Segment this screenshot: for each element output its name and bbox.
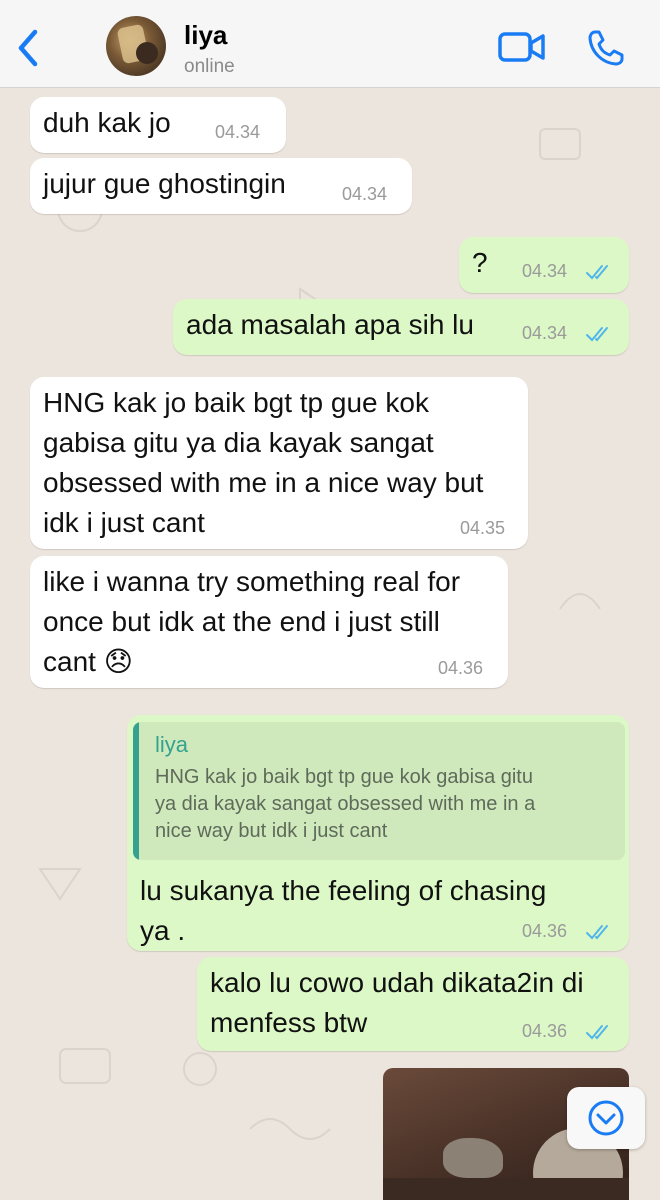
voice-call-button[interactable] — [586, 28, 626, 68]
message-time: 04.35 — [460, 518, 506, 538]
quote-line: ya dia kayak sangat obsessed with me in … — [155, 793, 536, 815]
message-line: lu sukanya the feeling of chasing — [140, 875, 547, 906]
message-time: 04.34 — [522, 261, 568, 281]
message-line: like i wanna try something real for — [43, 566, 461, 597]
chat-header: liya online — [0, 0, 660, 88]
chat-area[interactable]: duh kak jo 04.34 jujur gue ghostingin 04… — [0, 89, 660, 1200]
chevron-left-icon — [18, 29, 38, 67]
contact-status: online — [184, 56, 235, 77]
quote-text: HNG kak jo baik bgt tp gue kok gabisa gi… — [155, 764, 615, 845]
incoming-message[interactable]: like i wanna try something real for once… — [30, 556, 508, 688]
message-line: kalo lu cowo udah dikata2in di — [210, 967, 584, 998]
message-line: idk i just cant — [43, 507, 205, 538]
scroll-to-bottom-button[interactable] — [567, 1087, 645, 1149]
message-line: once but idk at the end i just still — [43, 606, 440, 637]
quote-author: liya — [155, 732, 189, 757]
phone-icon — [588, 30, 624, 66]
message-time: 04.36 — [522, 1021, 568, 1041]
contact-avatar[interactable] — [106, 16, 166, 76]
message-time: 04.36 — [438, 658, 484, 678]
video-camera-icon — [498, 32, 545, 62]
message-time: 04.34 — [522, 323, 568, 343]
message-time: 04.36 — [522, 921, 568, 941]
read-receipt-icon — [586, 327, 608, 342]
message-line: obsessed with me in a nice way but — [43, 467, 484, 498]
contact-name[interactable]: liya — [184, 20, 227, 51]
message-time: 04.34 — [215, 122, 261, 142]
incoming-message[interactable]: HNG kak jo baik bgt tp gue kok gabisa gi… — [30, 377, 528, 549]
quote-accent-bar — [133, 722, 139, 860]
message-line: HNG kak jo baik bgt tp gue kok — [43, 387, 429, 418]
read-receipt-icon — [586, 925, 608, 940]
quote-line: HNG kak jo baik bgt tp gue kok gabisa gi… — [155, 766, 533, 788]
quoted-reply[interactable]: liya HNG kak jo baik bgt tp gue kok gabi… — [133, 722, 625, 860]
back-button[interactable] — [10, 26, 46, 70]
chevron-down-circle-icon — [588, 1100, 624, 1136]
video-call-button[interactable] — [498, 30, 546, 64]
message-line: gabisa gitu ya dia kayak sangat — [43, 427, 434, 458]
read-receipt-icon — [586, 265, 608, 280]
read-receipt-icon — [586, 1025, 608, 1040]
message-line: cant 😞 — [43, 646, 133, 677]
message-time: 04.34 — [342, 184, 388, 204]
quote-line: nice way but idk i just cant — [155, 820, 388, 842]
